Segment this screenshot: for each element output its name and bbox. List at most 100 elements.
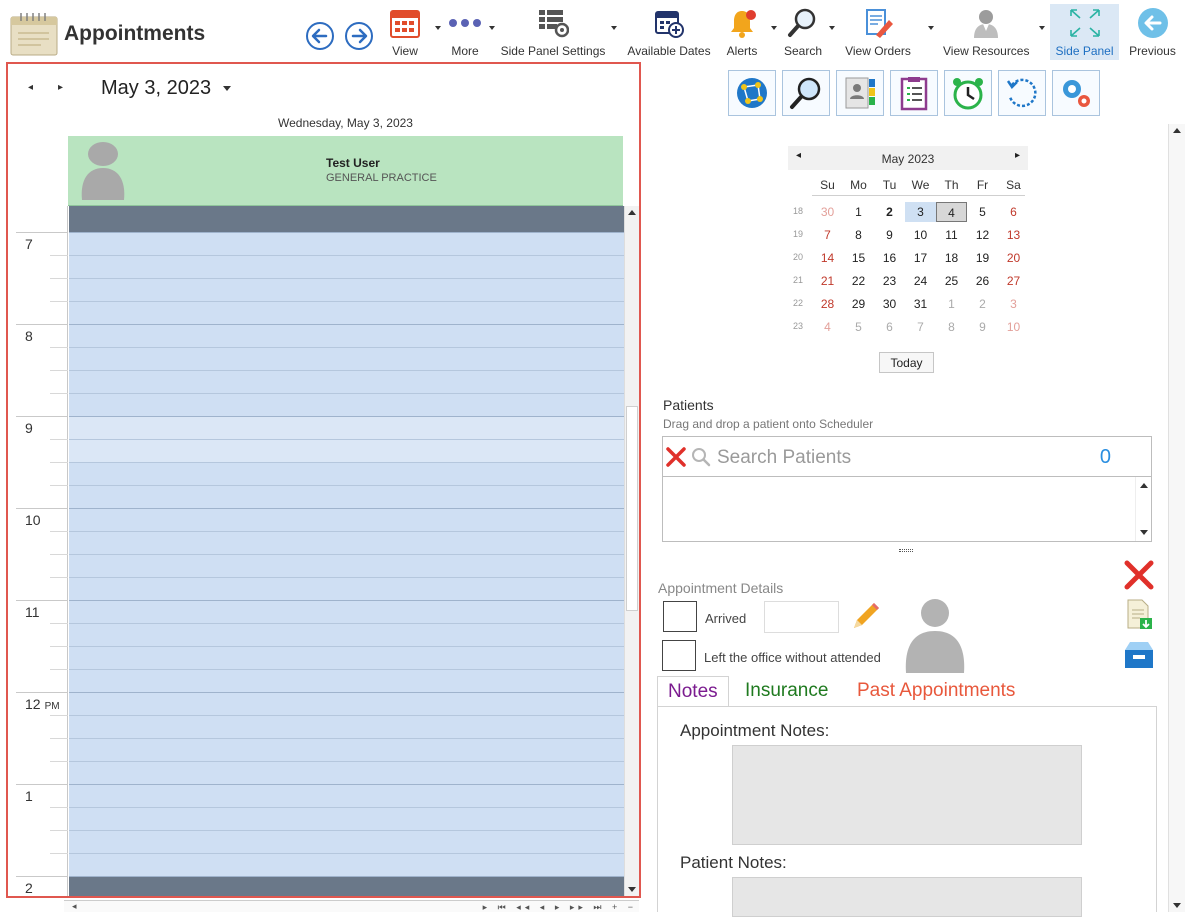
mini-calendar-day[interactable]: 30: [874, 294, 905, 314]
more-dropdown-caret[interactable]: [489, 26, 495, 30]
tab-insurance[interactable]: Insurance: [735, 676, 838, 708]
scroll-up-arrow[interactable]: [1173, 128, 1181, 133]
view-dropdown-caret[interactable]: [435, 26, 441, 30]
mini-calendar-day[interactable]: 10: [905, 225, 936, 245]
mini-calendar-day[interactable]: 3: [905, 202, 936, 222]
alerts-dropdown-caret[interactable]: [771, 26, 777, 30]
mini-calendar-day[interactable]: 4: [936, 202, 967, 222]
mini-calendar-day[interactable]: 4: [812, 317, 843, 337]
refresh-button[interactable]: [998, 70, 1046, 116]
mini-calendar-day[interactable]: 28: [812, 294, 843, 314]
previous-button[interactable]: Previous: [1125, 4, 1180, 60]
view-orders-button[interactable]: View Orders: [842, 4, 914, 60]
network-button[interactable]: [728, 70, 776, 116]
next-day-button[interactable]: ▸: [58, 82, 63, 93]
search-button[interactable]: Search: [782, 4, 824, 60]
checklist-button[interactable]: [890, 70, 938, 116]
mini-calendar-day[interactable]: 25: [936, 271, 967, 291]
scroll-up-arrow[interactable]: [1140, 483, 1148, 488]
arrived-checkbox[interactable]: [663, 601, 697, 632]
view-orders-dropdown-caret[interactable]: [928, 26, 934, 30]
side-panel-button[interactable]: Side Panel: [1050, 4, 1119, 60]
tab-past-appointments[interactable]: Past Appointments: [847, 676, 1025, 708]
panel-splitter[interactable]: [899, 549, 913, 552]
mini-calendar-day[interactable]: 19: [967, 248, 998, 268]
left-without-attended-checkbox[interactable]: [662, 640, 696, 671]
contacts-button[interactable]: [836, 70, 884, 116]
patient-notes-field[interactable]: [732, 877, 1082, 917]
mini-calendar-day[interactable]: 1: [936, 294, 967, 314]
horizontal-scrollbar[interactable]: ◂ ▸ ⏮ ◂◂ ◂ ▸ ▸▸ ⏭ + −: [64, 900, 639, 912]
side-panel-scrollbar[interactable]: [1168, 124, 1185, 912]
date-picker-caret[interactable]: [223, 86, 231, 91]
arrived-time-field[interactable]: [764, 601, 839, 633]
mini-calendar-day[interactable]: 17: [905, 248, 936, 268]
mini-calendar-next[interactable]: ▸: [1015, 150, 1020, 161]
alarm-button[interactable]: [944, 70, 992, 116]
mini-calendar-day[interactable]: 10: [998, 317, 1029, 337]
mini-calendar-day[interactable]: 9: [874, 225, 905, 245]
non-working-slot[interactable]: [69, 206, 624, 232]
clear-search-icon[interactable]: [665, 446, 687, 468]
scroll-down-arrow[interactable]: [1173, 903, 1181, 908]
mini-calendar-day[interactable]: 18: [936, 248, 967, 268]
mini-calendar-day[interactable]: 12: [967, 225, 998, 245]
patient-search-input[interactable]: [715, 445, 1075, 471]
archive-box-icon[interactable]: [1122, 638, 1156, 670]
mini-calendar-day[interactable]: 27: [998, 271, 1029, 291]
mini-calendar-day[interactable]: 7: [905, 317, 936, 337]
view-resources-button[interactable]: View Resources: [943, 4, 1029, 60]
find-button[interactable]: [782, 70, 830, 116]
mini-calendar-day[interactable]: 8: [843, 225, 874, 245]
scheduler-scrollbar[interactable]: [624, 206, 639, 896]
mini-calendar-day[interactable]: 3: [998, 294, 1029, 314]
patient-list-scrollbar[interactable]: [1135, 477, 1151, 541]
mini-calendar-day[interactable]: 9: [967, 317, 998, 337]
mini-calendar-day[interactable]: 7: [812, 225, 843, 245]
mini-calendar-day[interactable]: 13: [998, 225, 1029, 245]
non-working-slot[interactable]: [69, 876, 624, 896]
scroll-down-arrow[interactable]: [628, 887, 636, 892]
side-panel-settings-dropdown-caret[interactable]: [611, 26, 617, 30]
mini-calendar-day[interactable]: 2: [874, 202, 905, 222]
forward-arrow-icon[interactable]: [344, 21, 374, 51]
view-button[interactable]: View: [384, 4, 426, 60]
pencil-icon[interactable]: [850, 600, 882, 632]
patient-list[interactable]: [662, 477, 1152, 542]
prev-day-button[interactable]: ◂: [28, 82, 33, 93]
scroll-up-arrow[interactable]: [628, 210, 636, 215]
mini-calendar-day[interactable]: 26: [967, 271, 998, 291]
appointment-slots[interactable]: [69, 206, 624, 896]
mini-calendar-day[interactable]: 2: [967, 294, 998, 314]
scroll-down-arrow[interactable]: [1140, 530, 1148, 535]
mini-calendar-day[interactable]: 21: [812, 271, 843, 291]
settings-button[interactable]: [1052, 70, 1100, 116]
mini-calendar-day[interactable]: 31: [905, 294, 936, 314]
mini-calendar-day[interactable]: 6: [998, 202, 1029, 222]
mini-calendar-day[interactable]: 15: [843, 248, 874, 268]
scroll-left-arrow[interactable]: ◂: [72, 901, 77, 912]
mini-calendar-day[interactable]: 24: [905, 271, 936, 291]
mini-calendar-day[interactable]: 14: [812, 248, 843, 268]
side-panel-settings-button[interactable]: Side Panel Settings: [500, 4, 606, 60]
mini-calendar-day[interactable]: 6: [874, 317, 905, 337]
resource-navigation-icons[interactable]: ▸ ⏮ ◂◂ ◂ ▸ ▸▸ ⏭ + −: [483, 902, 637, 913]
view-resources-dropdown-caret[interactable]: [1039, 26, 1045, 30]
mini-calendar-day[interactable]: 30: [812, 202, 843, 222]
mini-calendar-day[interactable]: 22: [843, 271, 874, 291]
date-title[interactable]: May 3, 2023: [101, 77, 211, 100]
mini-calendar-day[interactable]: 5: [843, 317, 874, 337]
back-arrow-icon[interactable]: [305, 21, 335, 51]
more-button[interactable]: More: [444, 4, 486, 60]
mini-calendar-day[interactable]: 5: [967, 202, 998, 222]
alerts-button[interactable]: Alerts: [722, 4, 762, 60]
mini-calendar-day[interactable]: 16: [874, 248, 905, 268]
mini-calendar-day[interactable]: 8: [936, 317, 967, 337]
available-dates-button[interactable]: Available Dates: [625, 4, 713, 60]
mini-calendar-day[interactable]: 11: [936, 225, 967, 245]
search-dropdown-caret[interactable]: [829, 26, 835, 30]
mini-calendar-day[interactable]: 1: [843, 202, 874, 222]
scroll-thumb[interactable]: [626, 406, 638, 611]
mini-calendar-day[interactable]: 23: [874, 271, 905, 291]
appointment-notes-field[interactable]: [732, 745, 1082, 845]
